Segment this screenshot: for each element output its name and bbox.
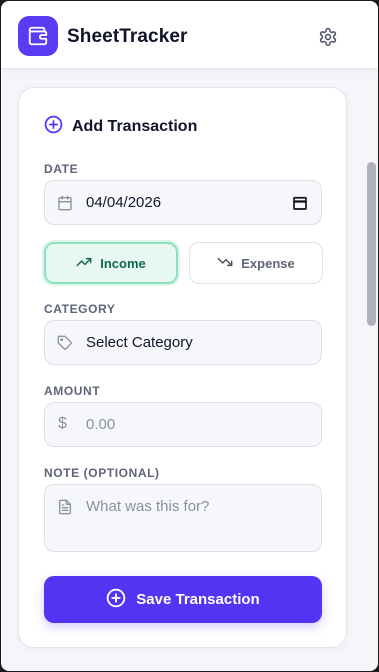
amount-label: AMOUNT bbox=[44, 384, 101, 398]
date-label: DATE bbox=[44, 162, 79, 176]
trending-up-icon bbox=[76, 254, 92, 273]
scrollbar-thumb[interactable] bbox=[367, 162, 376, 326]
amount-placeholder: 0.00 bbox=[86, 416, 116, 433]
category-select[interactable]: Select Category bbox=[44, 320, 322, 365]
plus-circle-icon bbox=[44, 115, 63, 139]
trending-down-icon bbox=[217, 254, 233, 273]
add-transaction-card: Add Transaction DATE 04/04/2026 Income E… bbox=[18, 87, 347, 648]
tag-icon bbox=[57, 335, 73, 351]
document-icon bbox=[57, 499, 73, 515]
note-label: NOTE (OPTIONAL) bbox=[44, 466, 160, 480]
income-toggle-button[interactable]: Income bbox=[44, 242, 178, 284]
gear-icon[interactable] bbox=[317, 26, 339, 48]
date-value[interactable]: 04/04/2026 bbox=[86, 194, 161, 211]
income-label: Income bbox=[100, 255, 146, 271]
save-transaction-button[interactable]: Save Transaction bbox=[44, 576, 322, 623]
note-placeholder: What was this for? bbox=[86, 498, 210, 515]
expense-toggle-button[interactable]: Expense bbox=[189, 242, 323, 284]
app-window: SheetTracker Add Transaction DATE 04/04/… bbox=[1, 1, 378, 671]
plus-circle-icon bbox=[106, 588, 126, 612]
app-header: SheetTracker bbox=[1, 1, 378, 69]
scrollbar[interactable] bbox=[367, 69, 376, 671]
note-textarea[interactable]: What was this for? bbox=[44, 484, 322, 552]
category-value: Select Category bbox=[86, 334, 193, 351]
dollar-icon: $ bbox=[58, 415, 67, 432]
app-title: SheetTracker bbox=[67, 26, 188, 47]
date-field[interactable]: 04/04/2026 bbox=[44, 180, 322, 225]
calendar-picker-icon[interactable] bbox=[291, 194, 309, 212]
card-header: Add Transaction bbox=[44, 115, 197, 139]
calendar-icon bbox=[57, 195, 73, 211]
save-button-label: Save Transaction bbox=[136, 591, 260, 608]
category-label: CATEGORY bbox=[44, 302, 116, 316]
amount-input[interactable]: $ 0.00 bbox=[44, 402, 322, 447]
card-title: Add Transaction bbox=[72, 118, 198, 135]
expense-label: Expense bbox=[241, 255, 295, 271]
wallet-icon bbox=[18, 16, 58, 56]
